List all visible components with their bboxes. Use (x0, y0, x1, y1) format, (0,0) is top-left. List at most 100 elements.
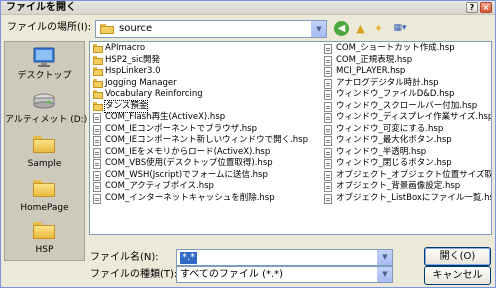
file-name: MCI_PLAYER.hsp (336, 66, 406, 76)
file-name: オブジェクト_オブジェクト位置サイズ取得.hsp (336, 169, 491, 180)
file-name: HspLinker3.0 (105, 66, 161, 76)
look-in-label: ファイルの場所(I): (7, 22, 92, 33)
file-item[interactable]: ウィンドウ_半透明.hsp (322, 147, 491, 159)
dropdown-arrow-icon[interactable]: ▼ (311, 21, 326, 37)
new-folder-icon[interactable]: ✦ (371, 21, 386, 36)
file-name: ウィンドウ_閉じるボタン.hsp (336, 158, 452, 168)
file-item[interactable]: ウィンドウ_閉じるボタン.hsp (322, 158, 491, 170)
file-icon (93, 147, 101, 158)
open-button[interactable]: 開く(O) (424, 247, 491, 266)
file-icon (324, 124, 332, 135)
file-item[interactable]: COM_アクティブポイス.hsp (91, 181, 319, 193)
folder-item[interactable]: APImacro (91, 43, 319, 55)
file-list-column: APImacro HSP2_sic開発 HspLinker3.0 Jogging Ma… (91, 43, 319, 204)
file-item[interactable]: COM_IEコンポーネントでブラウザ.hsp (91, 124, 319, 136)
file-name-input[interactable]: *.* (180, 252, 198, 264)
file-item[interactable]: オブジェクト_ListBoxにファイル一覧.hsp (322, 193, 491, 205)
file-icon (93, 182, 101, 192)
place-drive-d[interactable]: アルティメット (D:) (5, 88, 88, 130)
file-icon (324, 182, 332, 192)
folder-icon (93, 55, 103, 66)
title-bar[interactable]: ファイルを開く ? × (1, 1, 495, 15)
file-name: ウィンドウ_スクロールバー付加.hsp (336, 100, 478, 111)
place-label: アルティメット (D:) (5, 115, 88, 125)
folder-icon (93, 44, 103, 54)
folder-item[interactable]: タンス預金 (91, 99, 319, 113)
file-icon (324, 90, 332, 100)
file-name: COM_アクティブポイス.hsp (105, 181, 214, 191)
file-item[interactable]: COM_ショートカット作成.hsp (322, 43, 491, 55)
file-name: タンス預金 (103, 99, 149, 113)
file-name: COM_ショートカット作成.hsp (336, 43, 455, 53)
close-button[interactable]: × (480, 2, 492, 13)
folder-icon (32, 178, 56, 198)
views-menu-icon[interactable]: ▦▾ (390, 21, 410, 36)
folder-icon (100, 24, 114, 34)
folder-icon (93, 67, 103, 77)
place-label: Sample (27, 159, 62, 169)
file-item[interactable]: COM_正規表現.hsp (322, 54, 491, 67)
up-folder-icon[interactable]: ▲ (353, 21, 368, 36)
file-item[interactable]: MCI_PLAYER.hsp (322, 66, 491, 78)
file-item[interactable]: COM_Flash再生(ActiveX).hsp (91, 112, 319, 124)
dialog-title: ファイルを開く (6, 2, 76, 13)
file-item[interactable]: ウィンドウ_スクロールバー付加.hsp (322, 100, 491, 113)
dropdown-arrow-icon[interactable]: ▼ (377, 267, 392, 282)
file-type-select[interactable]: すべてのファイル (*.*) ▼ (176, 266, 393, 283)
file-icon (324, 170, 332, 181)
file-item[interactable]: COM_IEコンポーネント新しいウィンドウで開く.hsp (91, 135, 319, 147)
file-icon (93, 193, 101, 204)
file-icon (324, 67, 332, 77)
place-homepage[interactable]: HomePage (5, 176, 84, 218)
folder-item[interactable]: HspLinker3.0 (91, 66, 319, 78)
file-name-combo[interactable]: *.* ▼ (176, 249, 393, 266)
file-item[interactable]: ウィンドウ_ディスプレイ作業サイズ.hsp (322, 112, 492, 124)
place-label: デスクトップ (17, 71, 72, 81)
folder-icon (32, 220, 56, 240)
file-item[interactable]: COM_WSH(Jscript)でフォームに送信.hsp (91, 170, 319, 182)
look-in-combo[interactable]: source ▼ (95, 20, 327, 38)
file-name: COM_IEをメモリからロード(ActiveX).hsp (105, 146, 271, 157)
file-item[interactable]: COM_IEをメモリからロード(ActiveX).hsp (91, 147, 319, 159)
place-label: HomePage (20, 203, 69, 213)
file-name: COM_VBS使用(デスクトップ位置取得).hsp (105, 158, 273, 168)
file-icon (324, 44, 332, 54)
back-icon[interactable]: ◀ (334, 21, 349, 36)
file-item[interactable]: アナログデジタル時計.hsp (322, 77, 491, 90)
file-item[interactable]: ウィンドウ_ファイルD&D.hsp (322, 89, 491, 101)
place-sample[interactable]: Sample (5, 132, 84, 174)
place-label: HSP (35, 245, 54, 255)
file-icon (324, 78, 332, 89)
file-name: Vocabulary Reinforcing (105, 89, 203, 99)
folder-item[interactable]: Vocabulary Reinforcing (91, 89, 319, 101)
file-item[interactable]: COM_VBS使用(デスクトップ位置取得).hsp (91, 158, 319, 170)
file-name: COM_IEコンポーネントでブラウザ.hsp (105, 123, 258, 134)
file-name: ウィンドウ_ディスプレイ作業サイズ.hsp (336, 112, 492, 122)
file-name: COM_正規表現.hsp (336, 54, 413, 65)
places-bar: デスクトップ アルティメット (D:) Sample HomePage HSP (4, 41, 88, 261)
file-item[interactable]: ウィンドウ_可変にする.hsp (322, 124, 491, 136)
dropdown-arrow-icon[interactable]: ▼ (377, 250, 392, 265)
file-item[interactable]: オブジェクト_オブジェクト位置サイズ取得.hsp (322, 169, 491, 182)
file-list[interactable]: APImacro HSP2_sic開発 HspLinker3.0 Jogging Ma… (89, 41, 492, 235)
place-desktop[interactable]: デスクトップ (5, 44, 84, 86)
place-hsp[interactable]: HSP (5, 218, 84, 260)
cancel-button[interactable]: キャンセル (424, 266, 491, 285)
file-name: COM_Flash再生(ActiveX).hsp (105, 112, 226, 122)
folder-item[interactable]: Jogging Manager (91, 78, 319, 90)
file-name: アナログデジタル時計.hsp (336, 77, 439, 88)
file-item[interactable]: COM_インターネットキャッシュを削除.hsp (91, 193, 319, 205)
file-item[interactable]: オブジェクト_背景画像設定.hsp (322, 181, 491, 193)
file-icon (93, 136, 101, 146)
file-name-label: ファイル名(N): (90, 252, 159, 263)
folder-item[interactable]: HSP2_sic開発 (91, 55, 319, 67)
file-name: オブジェクト_背景画像設定.hsp (336, 181, 461, 191)
file-name: COM_インターネットキャッシュを削除.hsp (105, 192, 275, 203)
file-icon (324, 101, 332, 112)
file-name: Jogging Manager (105, 77, 177, 88)
help-button[interactable]: ? (466, 2, 478, 13)
file-item[interactable]: ウィンドウ_最大化ボタン.hsp (322, 135, 491, 147)
file-icon (324, 193, 332, 204)
file-icon (324, 136, 332, 146)
file-name: ウィンドウ_最大化ボタン.hsp (336, 135, 452, 145)
